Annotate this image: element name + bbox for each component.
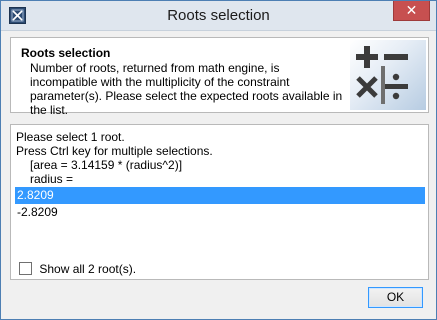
show-all-label: Show all 2 root(s). — [39, 261, 137, 276]
constraint-expression: [area = 3.14159 * (radius^2)] — [30, 158, 183, 172]
instruction-line: Press Ctrl key for multiple selections. — [16, 144, 213, 158]
show-all-option[interactable]: Show all 2 root(s). — [19, 261, 137, 276]
instruction-line: Please select 1 root. — [16, 130, 125, 144]
roots-selection-dialog: Roots selection ✕ Roots selection Number… — [0, 0, 437, 320]
header-title: Roots selection — [21, 46, 111, 60]
close-icon: ✕ — [405, 2, 418, 18]
title-bar[interactable]: Roots selection ✕ — [1, 1, 436, 31]
ok-button[interactable]: OK — [368, 287, 423, 308]
parameter-label: radius = — [30, 172, 74, 186]
window-title: Roots selection — [167, 7, 270, 24]
roots-panel: Please select 1 root. Press Ctrl key for… — [10, 124, 429, 280]
close-button[interactable]: ✕ — [393, 1, 430, 21]
roots-list[interactable]: 2.8209 -2.8209 — [15, 187, 425, 267]
list-item[interactable]: 2.8209 — [15, 187, 425, 204]
header-message: Number of roots, returned from math engi… — [30, 61, 343, 117]
show-all-checkbox[interactable] — [19, 262, 32, 276]
list-item[interactable]: -2.8209 — [15, 204, 425, 221]
instructions: Please select 1 root. Press Ctrl key for… — [16, 130, 213, 186]
header-panel: Roots selection Number of roots, returne… — [10, 37, 429, 117]
math-operators-icon — [350, 40, 426, 110]
